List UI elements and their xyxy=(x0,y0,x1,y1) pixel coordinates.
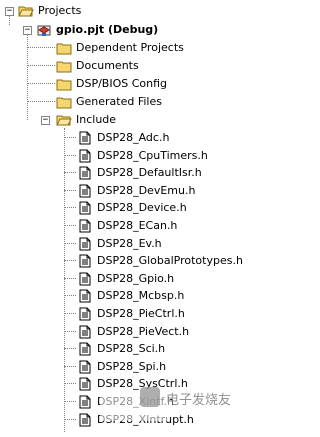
tree-folder-dspbios-config[interactable]: DSP/BIOS Config xyxy=(56,76,167,92)
include-file-item[interactable]: DSP28_Mcbsp.h xyxy=(77,288,184,304)
tree-project-gpio[interactable]: − gpio.pjt (Debug) xyxy=(0,22,158,38)
file-label: DSP28_Sci.h xyxy=(97,342,166,355)
header-file-icon xyxy=(77,289,93,303)
tree-folder-include[interactable]: − Include xyxy=(41,112,116,128)
include-file-item[interactable]: DSP28_Device.h xyxy=(77,200,187,216)
watermark-logo-icon xyxy=(140,387,160,407)
include-file-item[interactable]: DSP28_PieCtrl.h xyxy=(77,306,185,322)
include-file-item[interactable]: DSP28_PieVect.h xyxy=(77,324,189,340)
include-file-item[interactable]: DSP28_DefaultIsr.h xyxy=(77,165,202,181)
project-tree: − Projects − gpio.pjt (Debug) Dependent … xyxy=(0,0,258,437)
tree-connector xyxy=(64,137,76,138)
header-file-icon xyxy=(77,184,93,198)
folder-label: Include xyxy=(76,113,117,126)
header-file-icon xyxy=(77,131,93,145)
tree-connector xyxy=(64,128,65,432)
folder-open-icon xyxy=(18,4,34,18)
header-file-icon xyxy=(77,219,93,233)
header-file-icon xyxy=(77,272,93,286)
tree-connector xyxy=(64,190,76,191)
tree-connector xyxy=(64,295,76,296)
root-label: Projects xyxy=(38,4,82,17)
header-file-icon xyxy=(77,254,93,268)
project-icon xyxy=(36,23,52,37)
header-file-icon xyxy=(77,377,93,391)
file-label: DSP28_PieCtrl.h xyxy=(97,307,185,320)
header-file-icon xyxy=(77,149,93,163)
header-file-icon xyxy=(77,395,93,409)
tree-connector xyxy=(27,47,55,48)
file-label: DSP28_Gpio.h xyxy=(97,272,175,285)
folder-icon xyxy=(56,77,72,91)
file-label: DSP28_GlobalPrototypes.h xyxy=(97,254,243,267)
include-file-item[interactable]: DSP28_CpuTimers.h xyxy=(77,148,208,164)
tree-connector xyxy=(64,366,76,367)
tree-connector xyxy=(64,278,76,279)
tree-connector xyxy=(64,155,76,156)
tree-connector xyxy=(64,225,76,226)
tree-connector xyxy=(64,172,76,173)
tree-connector xyxy=(64,348,76,349)
tree-connector xyxy=(64,419,76,420)
folder-icon xyxy=(56,41,72,55)
tree-connector xyxy=(64,383,76,384)
tree-folder-documents[interactable]: Documents xyxy=(56,58,139,74)
tree-connector xyxy=(64,401,76,402)
header-file-icon xyxy=(77,307,93,321)
include-file-item[interactable]: DSP28_ECan.h xyxy=(77,218,177,234)
file-label: DSP28_Device.h xyxy=(97,201,187,214)
tree-folder-generated-files[interactable]: Generated Files xyxy=(56,94,162,110)
header-file-icon xyxy=(77,413,93,427)
collapse-icon[interactable]: − xyxy=(23,26,32,35)
file-label: DSP28_Spi.h xyxy=(97,360,167,373)
tree-connector xyxy=(27,101,55,102)
header-file-icon xyxy=(77,201,93,215)
header-file-icon xyxy=(77,237,93,251)
header-file-icon xyxy=(77,342,93,356)
include-file-item[interactable]: DSP28_Adc.h xyxy=(77,130,169,146)
project-label: gpio.pjt (Debug) xyxy=(56,23,159,36)
folder-label: Dependent Projects xyxy=(76,41,184,54)
include-file-item[interactable]: DSP28_DevEmu.h xyxy=(77,183,195,199)
include-file-item[interactable]: DSP28_Ev.h xyxy=(77,236,162,252)
header-file-icon xyxy=(77,166,93,180)
tree-root-projects[interactable]: − Projects xyxy=(0,3,81,19)
header-file-icon xyxy=(77,325,93,339)
tree-connector xyxy=(64,243,76,244)
folder-label: Documents xyxy=(76,59,139,72)
folder-icon xyxy=(56,95,72,109)
include-file-item[interactable]: DSP28_Gpio.h xyxy=(77,271,174,287)
file-label: DSP28_PieVect.h xyxy=(97,325,190,338)
tree-connector xyxy=(64,313,76,314)
file-label: DSP28_Mcbsp.h xyxy=(97,289,185,302)
collapse-icon[interactable]: − xyxy=(41,116,50,125)
file-label: DSP28_ECan.h xyxy=(97,219,178,232)
tree-connector xyxy=(27,83,55,84)
collapse-icon[interactable]: − xyxy=(5,7,14,16)
tree-connector xyxy=(27,32,28,120)
file-label: DSP28_Ev.h xyxy=(97,237,162,250)
file-label: DSP28_DefaultIsr.h xyxy=(97,166,202,179)
include-file-item[interactable]: DSP28_Spi.h xyxy=(77,359,166,375)
tree-connector xyxy=(64,331,76,332)
include-file-item[interactable]: DSP28_Sci.h xyxy=(77,341,165,357)
folder-label: Generated Files xyxy=(76,95,162,108)
tree-connector xyxy=(27,65,55,66)
watermark-text: 电子发烧友 xyxy=(166,393,232,408)
tree-connector xyxy=(64,207,76,208)
header-file-icon xyxy=(77,360,93,374)
tree-connector xyxy=(64,260,76,261)
include-file-item[interactable]: DSP28_GlobalPrototypes.h xyxy=(77,253,243,269)
folder-open-icon xyxy=(56,113,72,127)
file-label: DSP28_CpuTimers.h xyxy=(97,149,208,162)
folder-label: DSP/BIOS Config xyxy=(76,77,168,90)
file-label: DSP28_Adc.h xyxy=(97,131,170,144)
file-label: DSP28_DevEmu.h xyxy=(97,184,196,197)
tree-folder-dependent-projects[interactable]: Dependent Projects xyxy=(56,40,184,56)
folder-icon xyxy=(56,59,72,73)
